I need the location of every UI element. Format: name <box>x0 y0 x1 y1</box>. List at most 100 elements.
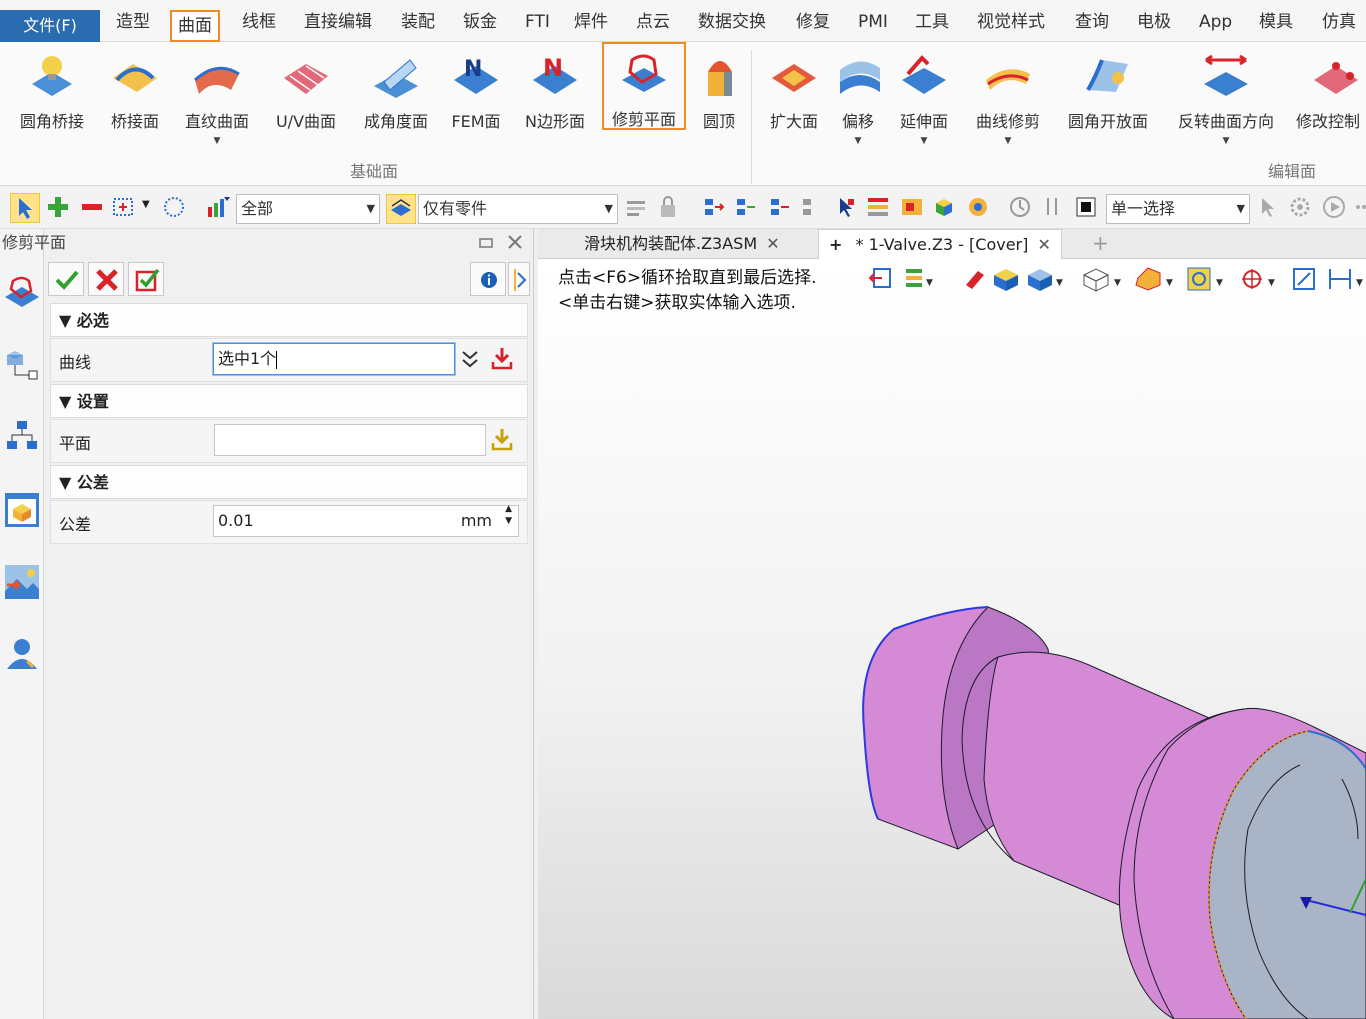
reverse-surface-direction-button[interactable]: 反转曲面方向 ▼ <box>1168 46 1284 176</box>
filter-combo-dropdown-icon[interactable]: ▼ <box>367 195 375 223</box>
tolerance-section-header[interactable]: ▼ 公差 <box>50 465 528 499</box>
angled-face-button[interactable]: 成角度面 <box>354 46 438 176</box>
ruled-surface-dropdown-icon[interactable]: ▼ <box>176 136 258 146</box>
exit-view-icon[interactable] <box>868 268 891 288</box>
filter-combo[interactable]: 全部 ▼ <box>236 194 380 224</box>
history-tree-icon[interactable] <box>3 345 41 383</box>
assembly-tool-2-icon[interactable] <box>734 195 758 219</box>
curve-options-chevron-icon[interactable] <box>460 348 480 370</box>
menu-assembly[interactable]: 装配 <box>401 10 435 34</box>
part-filter-combo[interactable]: 仅有零件 ▼ <box>418 194 618 224</box>
part-filter-icon[interactable] <box>386 194 416 224</box>
trim-plane-button[interactable]: 修剪平面 <box>602 42 686 130</box>
lock-selection-icon[interactable] <box>656 195 680 219</box>
layer-list-icon[interactable] <box>866 195 890 219</box>
curve-input[interactable]: 选中1个 <box>213 343 455 375</box>
menu-surface[interactable]: 曲面 <box>170 10 220 42</box>
menu-data-exchange[interactable]: 数据交换 <box>698 10 766 34</box>
menu-pointcloud[interactable]: 点云 <box>636 10 670 34</box>
enlarge-face-button[interactable]: 扩大面 <box>762 46 826 176</box>
snap-target-icon[interactable]: ▼ <box>1242 269 1275 289</box>
tab-assembly-close-icon[interactable]: ✕ <box>766 234 779 253</box>
render-settings-icon[interactable] <box>966 195 990 219</box>
section-view-icon[interactable]: ▼ <box>1135 267 1173 291</box>
fillet-open-face-button[interactable]: 圆角开放面 <box>1060 46 1156 176</box>
part-cube-icon[interactable] <box>932 195 956 219</box>
zoom-fit-icon[interactable]: ▼ <box>1187 267 1223 291</box>
image-import-icon[interactable] <box>3 563 41 601</box>
remove-icon[interactable] <box>80 195 104 219</box>
menu-tools[interactable]: 工具 <box>915 10 949 34</box>
menu-sheetmetal[interactable]: 钣金 <box>463 10 497 34</box>
selection-mode-combo[interactable]: 单一选择 ▼ <box>1106 194 1250 224</box>
3d-viewport[interactable]: 点击<F6>循环拾取直到最后选择. <单击右键>获取实体输入选项. ▼ ▼ ▼ … <box>538 259 1366 1019</box>
curve-pick-icon[interactable] <box>490 346 514 372</box>
extend-face-button[interactable]: 延伸面 ▼ <box>892 46 956 176</box>
cursor-option-icon[interactable] <box>1256 195 1280 219</box>
solid-shaded-icon[interactable]: ▼ <box>1028 269 1063 291</box>
cancel-button[interactable] <box>88 262 124 296</box>
assembly-tool-3-icon[interactable] <box>768 195 792 219</box>
plane-input[interactable] <box>214 424 486 456</box>
select-pointer-icon[interactable] <box>10 193 40 223</box>
menu-file[interactable]: 文件(F) <box>0 10 100 42</box>
view-manager-icon[interactable] <box>900 195 924 219</box>
settings-section-header[interactable]: ▼ 设置 <box>50 384 528 418</box>
menu-mold[interactable]: 模具 <box>1259 10 1293 34</box>
expand-panel-button[interactable] <box>508 262 530 296</box>
new-tab-icon[interactable]: + <box>1082 229 1119 259</box>
assembly-tool-4-icon[interactable] <box>800 195 824 219</box>
n-sided-face-button[interactable]: N N边形面 <box>516 46 594 176</box>
filter-layers-icon[interactable]: ▼ <box>906 269 933 288</box>
more-tools-icon[interactable] <box>1352 195 1366 219</box>
menu-pmi[interactable]: PMI <box>858 10 888 34</box>
menu-electrode[interactable]: 电极 <box>1137 10 1171 34</box>
menu-simulation[interactable]: 仿真 <box>1322 10 1356 34</box>
rotate-view-icon[interactable] <box>1008 195 1032 219</box>
dome-button[interactable]: 圆顶 <box>694 46 744 176</box>
uv-surface-button[interactable]: U/V曲面 <box>268 46 344 176</box>
menu-query[interactable]: 查询 <box>1075 10 1109 34</box>
menu-modeling[interactable]: 造型 <box>116 10 150 34</box>
fem-face-button[interactable]: N FEM面 <box>446 46 506 176</box>
measure-icon[interactable]: ▼ <box>1329 269 1363 289</box>
extend-face-dropdown-icon[interactable]: ▼ <box>892 136 956 146</box>
bridge-face-button[interactable]: 桥接面 <box>100 46 170 176</box>
menu-app[interactable]: App <box>1199 10 1232 34</box>
trim-plane-panel-icon[interactable] <box>3 273 41 311</box>
tab-assembly[interactable]: 滑块机构装配体.Z3ASM ✕ <box>574 229 790 259</box>
confirm-button[interactable] <box>48 262 84 296</box>
menu-fti[interactable]: FTI <box>525 10 550 34</box>
tab-valve[interactable]: + * 1-Valve.Z3 - [Cover] ✕ <box>818 229 1062 259</box>
face-shaded-icon[interactable] <box>994 269 1018 291</box>
plane-pick-icon[interactable] <box>490 427 514 453</box>
user-role-icon[interactable] <box>3 635 41 673</box>
tolerance-spinner[interactable]: ▲ ▼ <box>505 503 512 527</box>
lasso-select-icon[interactable] <box>162 195 186 219</box>
add-icon[interactable] <box>46 195 70 219</box>
required-section-header[interactable]: ▼ 必选 <box>50 303 528 337</box>
align-settings-icon[interactable] <box>624 195 648 219</box>
filter-icon[interactable] <box>206 195 230 219</box>
part-browser-icon[interactable] <box>3 491 41 529</box>
settings-gear-icon[interactable] <box>1288 195 1312 219</box>
box-select-dropdown-icon[interactable]: ▼ <box>142 199 150 210</box>
modify-control-button[interactable]: 修改控制 <box>1296 46 1366 176</box>
menu-repair[interactable]: 修复 <box>796 10 830 34</box>
menu-wireframe[interactable]: 线框 <box>242 10 276 34</box>
pin-icon[interactable] <box>1040 195 1064 219</box>
display-mode-icon[interactable] <box>1074 195 1098 219</box>
box-select-icon[interactable] <box>112 195 136 219</box>
info-button[interactable] <box>470 262 506 296</box>
valve-cover-model[interactable] <box>838 579 1366 1019</box>
offset-dropdown-icon[interactable]: ▼ <box>834 136 882 146</box>
wireframe-cube-icon[interactable]: ▼ <box>1082 268 1121 292</box>
pick-arrow-icon[interactable] <box>834 195 858 219</box>
menu-visual-style[interactable]: 视觉样式 <box>977 10 1045 34</box>
selection-mode-dropdown-icon[interactable]: ▼ <box>1237 195 1245 223</box>
tolerance-input[interactable]: 0.01 mm ▲ ▼ <box>213 503 519 537</box>
play-icon[interactable] <box>1322 195 1346 219</box>
assembly-tool-1-icon[interactable] <box>702 195 726 219</box>
curve-trim-button[interactable]: 曲线修剪 ▼ <box>966 46 1050 176</box>
part-filter-dropdown-icon[interactable]: ▼ <box>605 195 613 223</box>
